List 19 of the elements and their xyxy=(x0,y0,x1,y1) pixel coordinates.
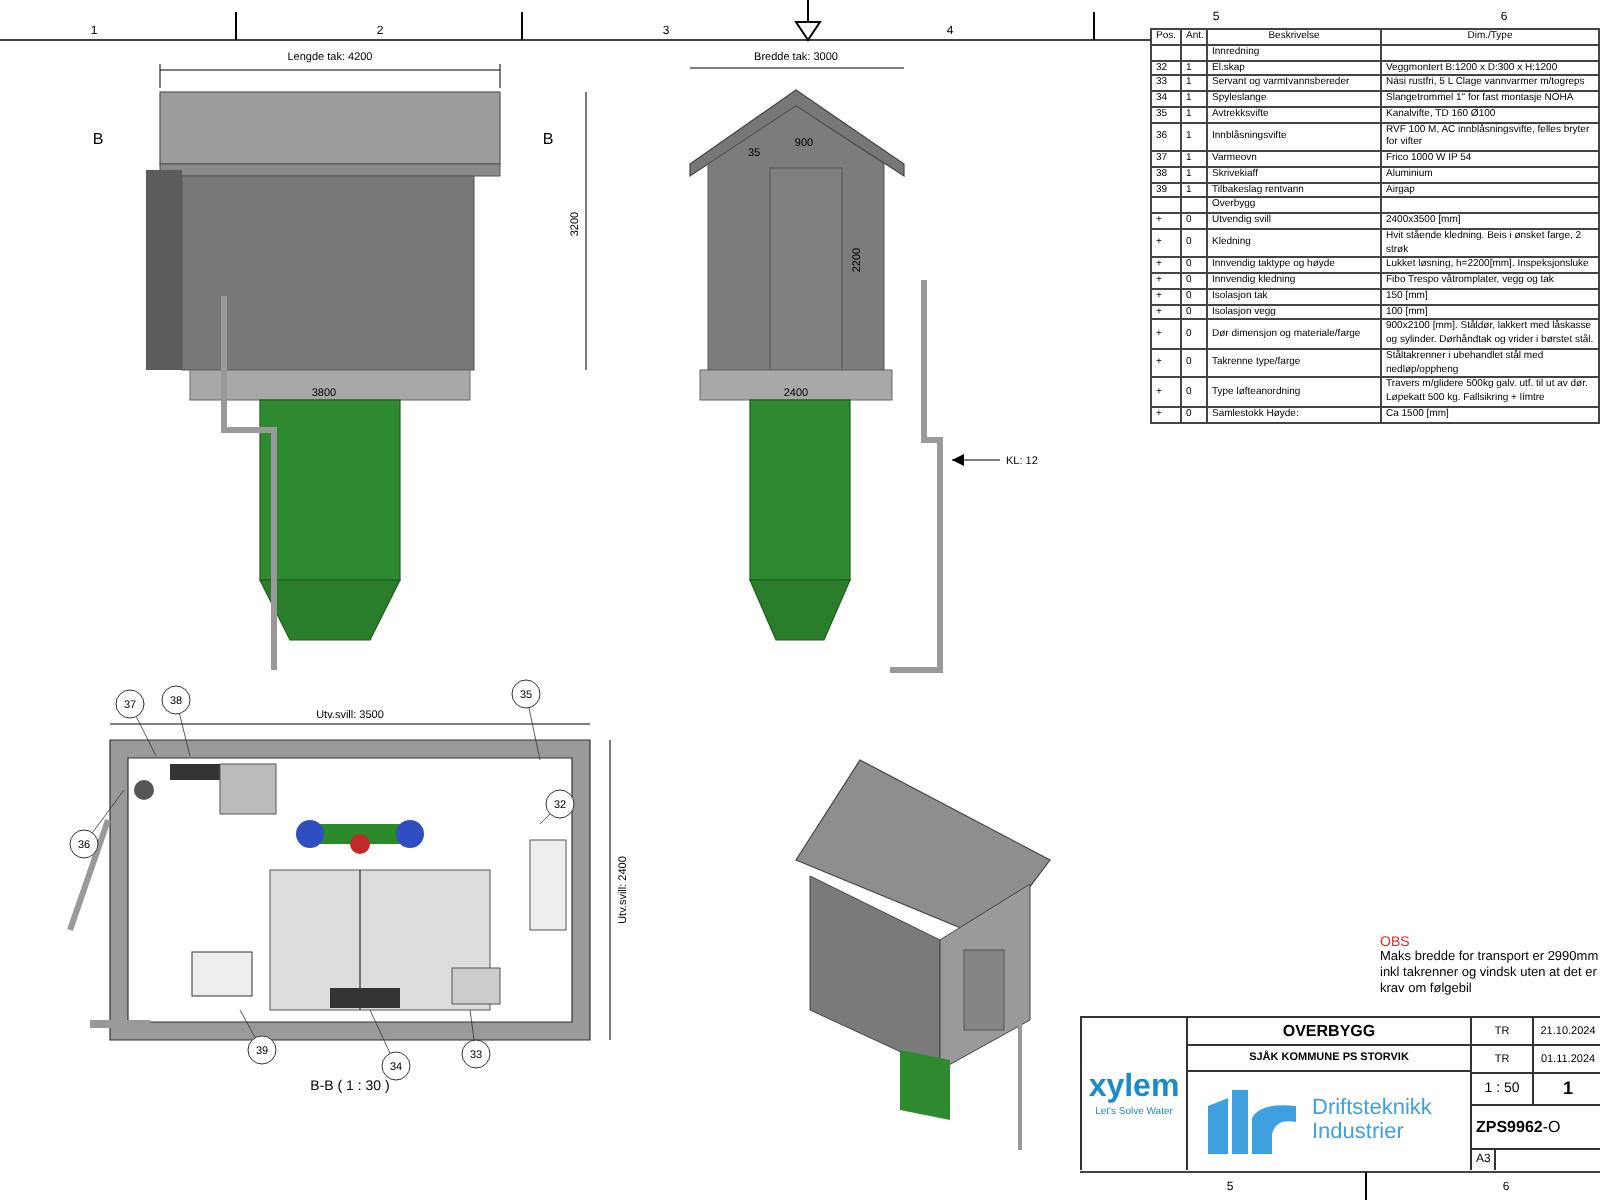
valve-assembly-drawing xyxy=(296,820,424,854)
heater-drawing xyxy=(134,780,154,800)
company-name: Driftsteknikk xyxy=(1312,1097,1432,1121)
sink-drawing xyxy=(451,967,501,1005)
drawing-number: ZPS9962-O xyxy=(1474,1118,1561,1136)
electrical-cabinet-drawing xyxy=(529,839,567,931)
brand-logo: xylem xyxy=(1088,1070,1180,1106)
pipe-drawing xyxy=(90,1020,150,1028)
panel-drawing xyxy=(191,951,253,997)
hose-reel-drawing xyxy=(330,988,400,1008)
company-name: Industrier xyxy=(1312,1121,1406,1145)
pipe-drawing xyxy=(67,819,111,931)
section-mark: B xyxy=(542,130,554,148)
level-arrow-icon xyxy=(951,454,1001,466)
company-logo-icon xyxy=(1204,1089,1300,1153)
section-mark: B xyxy=(92,130,104,148)
sheet-number: 1 xyxy=(1560,1076,1575,1102)
drawing-title: OVERBYGG xyxy=(1188,1018,1470,1046)
cabinet-drawing xyxy=(170,763,277,815)
